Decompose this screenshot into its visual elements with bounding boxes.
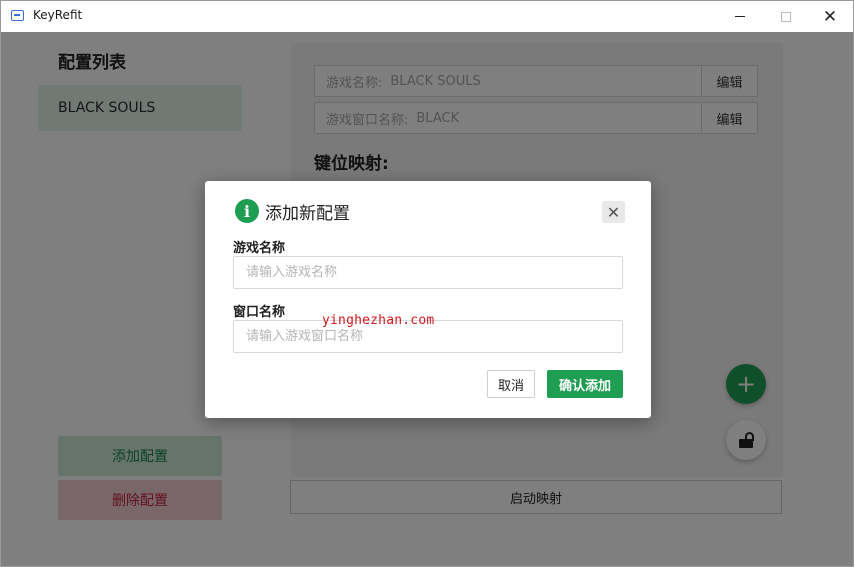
close-icon: ✕ bbox=[822, 6, 838, 27]
dialog-title: 添加新配置 bbox=[265, 204, 350, 224]
window-name-input-label: 窗口名称 bbox=[233, 305, 286, 320]
maximize-icon bbox=[781, 11, 791, 22]
add-config-dialog: i 添加新配置 ✕ 游戏名称 窗口名称 yinghezhan.com 取消 确认… bbox=[205, 181, 651, 418]
window-close-button[interactable]: ✕ bbox=[807, 1, 853, 32]
dialog-close-button[interactable]: ✕ bbox=[602, 201, 625, 223]
app-window: KeyRefit ✕ 配置列表 BLACK SOULS 添加配置 删除配置 游戏… bbox=[0, 0, 854, 567]
cancel-button[interactable]: 取消 bbox=[487, 370, 535, 398]
minimize-icon bbox=[735, 16, 745, 17]
confirm-add-button[interactable]: 确认添加 bbox=[547, 370, 623, 398]
game-name-input-label: 游戏名称 bbox=[233, 241, 286, 256]
close-icon: ✕ bbox=[606, 202, 621, 222]
keyboard-icon bbox=[11, 10, 24, 21]
info-icon: i bbox=[235, 199, 259, 223]
title-bar: KeyRefit ✕ bbox=[1, 1, 853, 32]
maximize-button[interactable] bbox=[763, 1, 809, 32]
watermark-text: yinghezhan.com bbox=[322, 313, 435, 328]
window-title: KeyRefit bbox=[33, 8, 83, 22]
game-name-input[interactable] bbox=[233, 256, 623, 289]
minimize-button[interactable] bbox=[717, 1, 763, 32]
